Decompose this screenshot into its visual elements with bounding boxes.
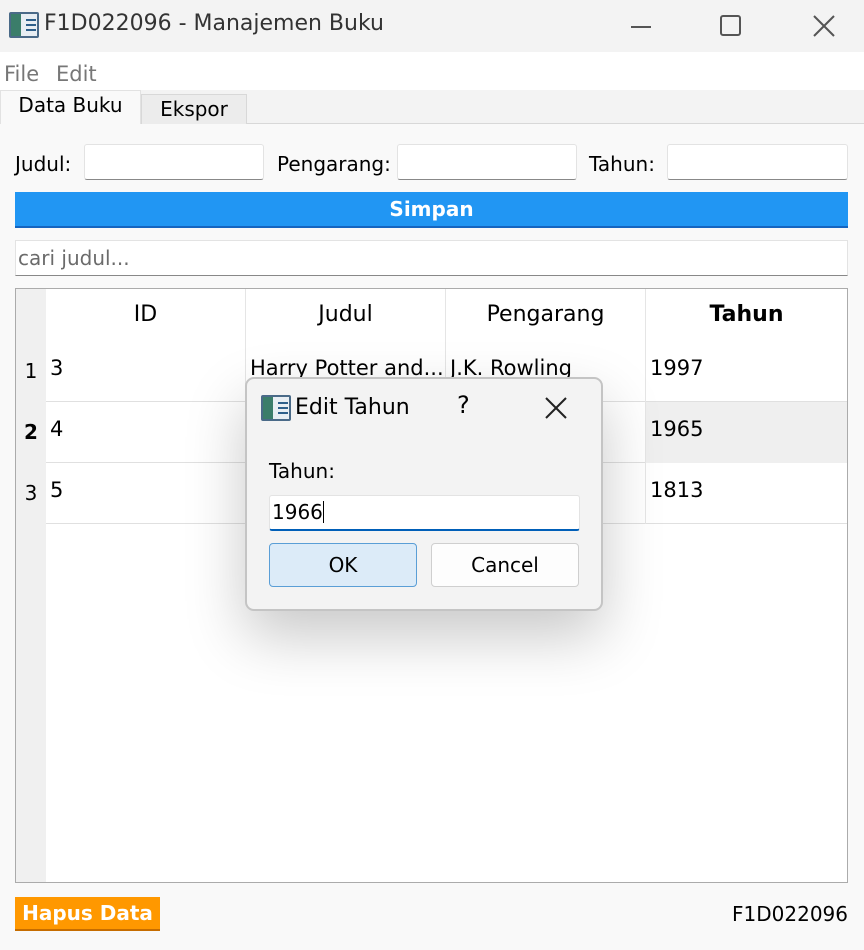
cell-tahun[interactable]: 1813 <box>646 463 847 524</box>
text-cursor <box>322 501 324 523</box>
close-icon[interactable] <box>543 395 569 421</box>
tab-data-buku[interactable]: Data Buku <box>0 90 141 125</box>
judul-label: Judul: <box>15 152 72 176</box>
menu-bar: File Edit <box>0 52 864 90</box>
dialog-tahun-label: Tahun: <box>269 459 335 483</box>
tahun-label: Tahun: <box>589 152 655 176</box>
column-header-judul[interactable]: Judul <box>246 289 446 341</box>
dialog-tahun-value: 1966 <box>272 500 323 524</box>
student-id-label: F1D022096 <box>732 902 848 926</box>
edit-tahun-dialog: Edit Tahun ? Tahun: 1966 OK Cancel <box>245 377 603 611</box>
menu-edit[interactable]: Edit <box>56 62 97 86</box>
row-number[interactable]: 2 <box>16 402 46 463</box>
pengarang-input[interactable] <box>397 144 577 180</box>
pengarang-label: Pengarang: <box>277 152 391 176</box>
column-header-pengarang[interactable]: Pengarang <box>446 289 646 341</box>
dialog-app-icon <box>261 395 291 421</box>
dialog-tahun-input[interactable]: 1966 <box>269 495 580 531</box>
hapus-data-button[interactable]: Hapus Data <box>15 897 160 931</box>
cell-id[interactable]: 3 <box>46 341 246 402</box>
cancel-button[interactable]: Cancel <box>431 543 579 587</box>
close-window-button[interactable] <box>789 0 859 52</box>
app-icon <box>9 12 39 38</box>
maximize-button[interactable] <box>696 0 766 52</box>
dialog-title: Edit Tahun <box>295 395 410 420</box>
help-button[interactable]: ? <box>457 391 470 419</box>
judul-input[interactable] <box>84 144 264 180</box>
close-icon <box>813 15 835 37</box>
simpan-button[interactable]: Simpan <box>15 192 848 228</box>
title-bar: F1D022096 - Manajemen Buku <box>0 0 864 52</box>
row-number[interactable]: 1 <box>16 341 46 402</box>
cell-tahun[interactable]: 1997 <box>646 341 847 402</box>
cell-id[interactable]: 5 <box>46 463 246 524</box>
minimize-button[interactable] <box>606 0 676 52</box>
tab-ekspor[interactable]: Ekspor <box>141 94 247 125</box>
tab-bar: Data Buku Ekspor <box>0 90 864 125</box>
minimize-icon <box>631 26 651 28</box>
cell-id[interactable]: 4 <box>46 402 246 463</box>
window-title: F1D022096 - Manajemen Buku <box>44 11 384 36</box>
tahun-input[interactable] <box>667 144 848 180</box>
maximize-icon <box>720 15 741 36</box>
cell-tahun[interactable]: 1965 <box>646 402 847 463</box>
search-input[interactable]: cari judul... <box>15 240 848 276</box>
row-number[interactable]: 3 <box>16 463 46 524</box>
menu-file[interactable]: File <box>4 62 39 86</box>
column-header-tahun[interactable]: Tahun <box>646 289 847 341</box>
column-header-id[interactable]: ID <box>46 289 246 341</box>
ok-button[interactable]: OK <box>269 543 417 587</box>
